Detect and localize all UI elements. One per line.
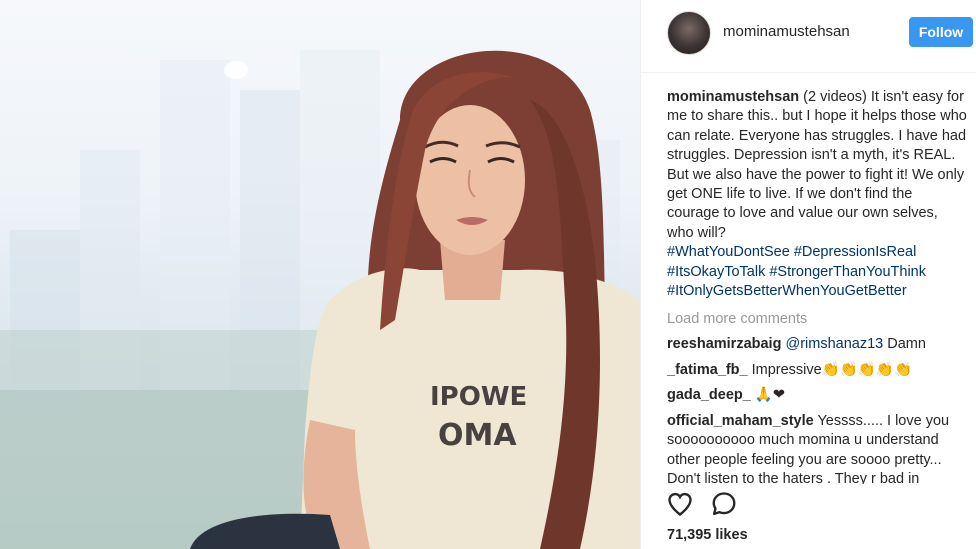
post-caption: mominamustehsan (2 videos) It isn't easy… xyxy=(667,88,967,301)
comment-mention[interactable]: @rimshanaz13 xyxy=(785,336,883,352)
svg-text:OMA: OMA xyxy=(438,418,517,453)
likes-count[interactable]: 71,395 likes xyxy=(667,527,748,543)
comment-text: 🙏❤ xyxy=(750,387,786,404)
comment-text: Impressive👏👏👏👏👏 xyxy=(747,361,912,378)
comment: gada_deep_ 🙏❤ xyxy=(667,386,967,405)
load-more-comments[interactable]: Load more comments xyxy=(667,310,967,329)
comment-username[interactable]: reeshamirzabaig xyxy=(667,336,781,352)
caption-text: (2 videos) It isn't easy for me to share… xyxy=(667,89,967,241)
follow-button[interactable]: Follow xyxy=(909,17,973,47)
comments-list[interactable]: mominamustehsan (2 videos) It isn't easy… xyxy=(667,88,967,484)
comment-username[interactable]: _fatima_fb_ xyxy=(667,362,748,378)
heart-icon[interactable] xyxy=(666,490,694,518)
caption-hashtags: #WhatYouDontSee #DepressionIsReal #ItsOk… xyxy=(667,243,967,301)
post-side-panel: mominamustehsan Follow mominamustehsan (… xyxy=(640,0,976,549)
post-video[interactable]: IPOWE OMA xyxy=(0,0,640,549)
comment: official_maham_style Yessss..... I love … xyxy=(667,412,967,484)
comment: reeshamirzabaig @rimshanaz13 Damn xyxy=(667,335,967,354)
comment-icon[interactable] xyxy=(710,490,738,518)
hashtag-line[interactable]: #ItOnlyGetsBetterWhenYouGetBetter xyxy=(667,282,967,301)
svg-text:IPOWE: IPOWE xyxy=(430,382,527,412)
video-frame: IPOWE OMA xyxy=(0,50,640,549)
header-username[interactable]: mominamustehsan xyxy=(723,23,850,40)
comment-username[interactable]: gada_deep_ xyxy=(667,387,751,403)
comment: _fatima_fb_ Impressive👏👏👏👏👏 xyxy=(667,361,967,380)
hashtag-line[interactable]: #ItsOkayToTalk #StrongerThanYouThink xyxy=(667,263,967,282)
post-actions: 71,395 likes xyxy=(641,484,976,549)
comment-text: Damn xyxy=(883,336,926,353)
comment-username[interactable]: official_maham_style xyxy=(667,413,814,429)
post-header: mominamustehsan Follow xyxy=(641,0,976,73)
avatar[interactable] xyxy=(667,11,711,55)
caption-username[interactable]: mominamustehsan xyxy=(667,89,799,105)
hashtag-line[interactable]: #WhatYouDontSee #DepressionIsReal xyxy=(667,243,967,262)
instagram-post: IPOWE OMA mominamustehsan Follow mominam… xyxy=(0,0,976,549)
